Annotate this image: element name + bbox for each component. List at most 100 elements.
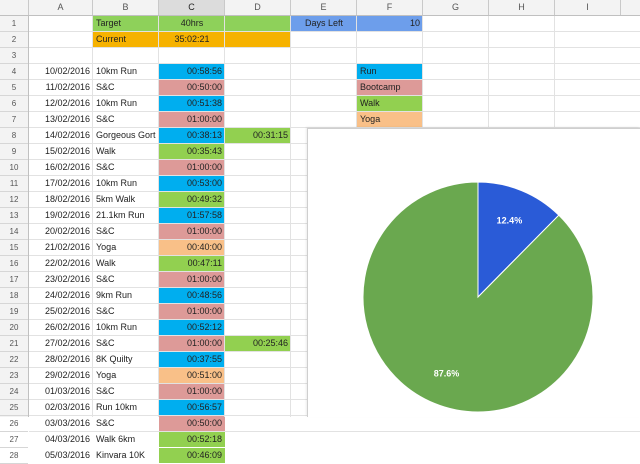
date-cell[interactable]: 23/02/2016 [29,272,93,287]
activity-cell[interactable]: S&C [93,304,159,319]
duration-cell[interactable]: 00:52:18 [159,432,225,447]
activity-cell[interactable]: S&C [93,160,159,175]
current-label-cell[interactable]: Current [93,32,159,47]
activity-cell[interactable]: S&C [93,384,159,399]
target-fill-cell[interactable] [225,16,291,31]
duration-cell[interactable]: 00:47:11 [159,256,225,271]
row-header-19[interactable]: 19 [0,304,28,320]
duration-cell[interactable]: 00:51:00 [159,368,225,383]
column-header-g[interactable]: G [423,0,489,15]
duration-cell[interactable]: 00:37:55 [159,352,225,367]
column-header-f[interactable]: F [357,0,423,15]
column-header-d[interactable]: D [225,0,291,15]
column-header-b[interactable]: B [93,0,159,15]
activity-cell[interactable]: S&C [93,336,159,351]
row-header-26[interactable]: 26 [0,416,28,432]
legend-cell-bootcamp[interactable]: Bootcamp [357,80,423,95]
duration-cell[interactable]: 01:00:00 [159,112,225,127]
activity-cell[interactable]: Yoga [93,240,159,255]
date-cell[interactable]: 27/02/2016 [29,336,93,351]
row-header-22[interactable]: 22 [0,352,28,368]
legend-cell-run[interactable]: Run [357,64,423,79]
duration-cell[interactable]: 00:50:00 [159,416,225,431]
activity-cell[interactable]: S&C [93,112,159,127]
date-cell[interactable]: 20/02/2016 [29,224,93,239]
activity-cell[interactable]: Gorgeous Gort [93,128,159,143]
row-header-11[interactable]: 11 [0,176,28,192]
days-left-label-cell[interactable]: Days Left [291,16,357,31]
duration-cell[interactable]: 00:40:00 [159,240,225,255]
row-header-21[interactable]: 21 [0,336,28,352]
legend-cell-walk[interactable]: Walk [357,96,423,111]
select-all-corner[interactable] [0,0,29,15]
duration-cell[interactable]: 00:58:56 [159,64,225,79]
activity-cell[interactable]: S&C [93,80,159,95]
row-header-25[interactable]: 25 [0,400,28,416]
activity-cell[interactable]: S&C [93,224,159,239]
row-header-6[interactable]: 6 [0,96,28,112]
row-header-28[interactable]: 28 [0,448,28,464]
date-cell[interactable]: 03/03/2016 [29,416,93,431]
column-header-h[interactable]: H [489,0,555,15]
date-cell[interactable]: 18/02/2016 [29,192,93,207]
activity-cell[interactable]: 10km Run [93,96,159,111]
row-header-1[interactable]: 1 [0,16,28,32]
row-header-18[interactable]: 18 [0,288,28,304]
row-header-9[interactable]: 9 [0,144,28,160]
pie-slice-1[interactable] [362,181,594,413]
date-cell[interactable]: 10/02/2016 [29,64,93,79]
duration-cell[interactable]: 00:46:09 [159,448,225,463]
column-header-c[interactable]: C [159,0,225,15]
row-header-2[interactable]: 2 [0,32,28,48]
date-cell[interactable]: 15/02/2016 [29,144,93,159]
duration-cell[interactable]: 00:49:32 [159,192,225,207]
duration-cell[interactable]: 01:00:00 [159,384,225,399]
target-label-cell[interactable]: Target [93,16,159,31]
current-value-cell[interactable]: 35:02:21 [159,32,225,47]
pie-chart[interactable]: 12.4% 87.6% [307,128,640,417]
activity-cell[interactable]: Walk 6km [93,432,159,447]
row-header-12[interactable]: 12 [0,192,28,208]
date-cell[interactable]: 22/02/2016 [29,256,93,271]
date-cell[interactable]: 01/03/2016 [29,384,93,399]
row-header-5[interactable]: 5 [0,80,28,96]
row-header-14[interactable]: 14 [0,224,28,240]
date-cell[interactable]: 12/02/2016 [29,96,93,111]
target-value-cell[interactable]: 40hrs [159,16,225,31]
activity-cell[interactable]: 10km Run [93,176,159,191]
column-header-i[interactable]: I [555,0,621,15]
date-cell[interactable]: 29/02/2016 [29,368,93,383]
row-header-27[interactable]: 27 [0,432,28,448]
days-left-value-cell[interactable]: 10 [357,16,423,31]
activity-cell[interactable]: 5km Walk [93,192,159,207]
duration-cell[interactable]: 00:51:38 [159,96,225,111]
extra-duration-cell[interactable]: 00:31:15 [225,128,291,143]
duration-cell[interactable]: 01:00:00 [159,304,225,319]
activity-cell[interactable]: Walk [93,144,159,159]
activity-cell[interactable]: 10km Run [93,320,159,335]
date-cell[interactable]: 13/02/2016 [29,112,93,127]
duration-cell[interactable]: 00:35:43 [159,144,225,159]
activity-cell[interactable]: 9km Run [93,288,159,303]
activity-cell[interactable]: S&C [93,416,159,431]
column-header-e[interactable]: E [291,0,357,15]
date-cell[interactable]: 28/02/2016 [29,352,93,367]
row-header-10[interactable]: 10 [0,160,28,176]
duration-cell[interactable]: 00:50:00 [159,80,225,95]
date-cell[interactable]: 25/02/2016 [29,304,93,319]
row-header-15[interactable]: 15 [0,240,28,256]
duration-cell[interactable]: 01:57:58 [159,208,225,223]
row-header-20[interactable]: 20 [0,320,28,336]
column-header-a[interactable]: A [29,0,93,15]
date-cell[interactable]: 19/02/2016 [29,208,93,223]
activity-cell[interactable]: Walk [93,256,159,271]
activity-cell[interactable]: 21.1km Run [93,208,159,223]
duration-cell[interactable]: 01:00:00 [159,160,225,175]
activity-cell[interactable]: Yoga [93,368,159,383]
duration-cell[interactable]: 00:53:00 [159,176,225,191]
date-cell[interactable]: 11/02/2016 [29,80,93,95]
row-header-7[interactable]: 7 [0,112,28,128]
row-header-8[interactable]: 8 [0,128,28,144]
activity-cell[interactable]: Kinvara 10K [93,448,159,463]
activity-cell[interactable]: Run 10km [93,400,159,415]
